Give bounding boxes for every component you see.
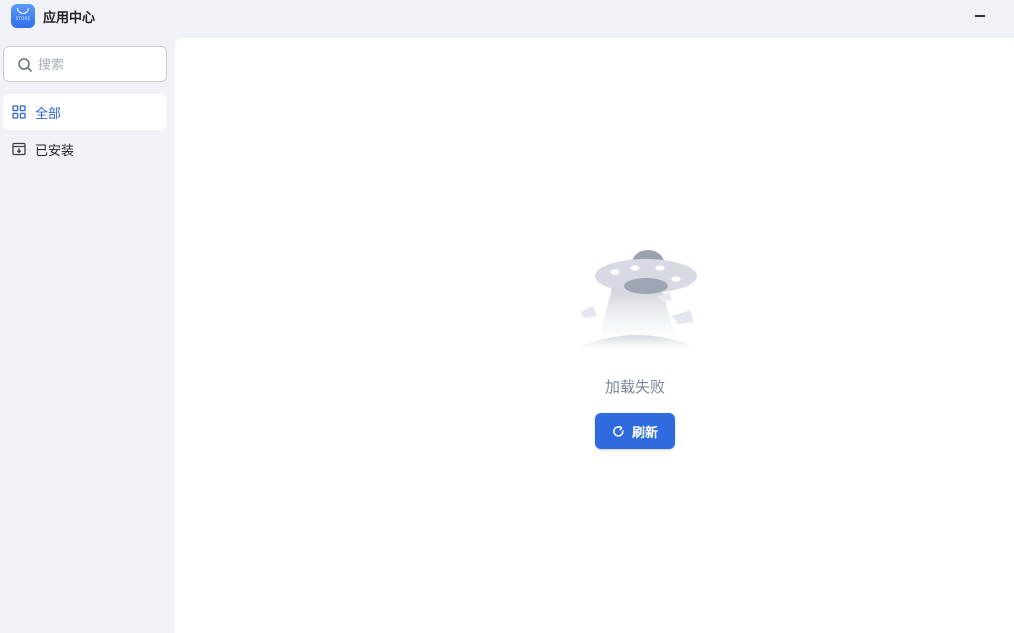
minimize-button[interactable]	[966, 4, 994, 28]
app-store-logo-icon: STORE	[11, 4, 35, 28]
sidebar-item-all[interactable]: 全部	[3, 94, 167, 130]
search-icon	[18, 58, 32, 72]
grid-icon	[12, 105, 26, 119]
refresh-button-label: 刷新	[631, 425, 658, 441]
sidebar-item-label: 全部	[35, 107, 62, 122]
search-input[interactable]	[38, 55, 158, 75]
refresh-icon	[613, 425, 624, 437]
sidebar: 全部 已安装	[0, 32, 175, 633]
main-content: 加载失败 刷新	[175, 38, 1014, 633]
ufo-illustration-icon	[577, 250, 697, 348]
minimize-icon	[975, 15, 985, 17]
refresh-button[interactable]: 刷新	[595, 413, 675, 449]
app-title: 应用中心	[43, 11, 96, 26]
title-bar: STORE 应用中心	[0, 0, 1014, 32]
search-box[interactable]	[3, 46, 167, 82]
installed-box-icon	[12, 142, 26, 156]
load-failed-message: 加载失败	[604, 378, 665, 396]
logo-caption: STORE	[15, 16, 31, 21]
sidebar-item-installed[interactable]: 已安装	[3, 131, 167, 167]
sidebar-item-label: 已安装	[35, 144, 75, 159]
